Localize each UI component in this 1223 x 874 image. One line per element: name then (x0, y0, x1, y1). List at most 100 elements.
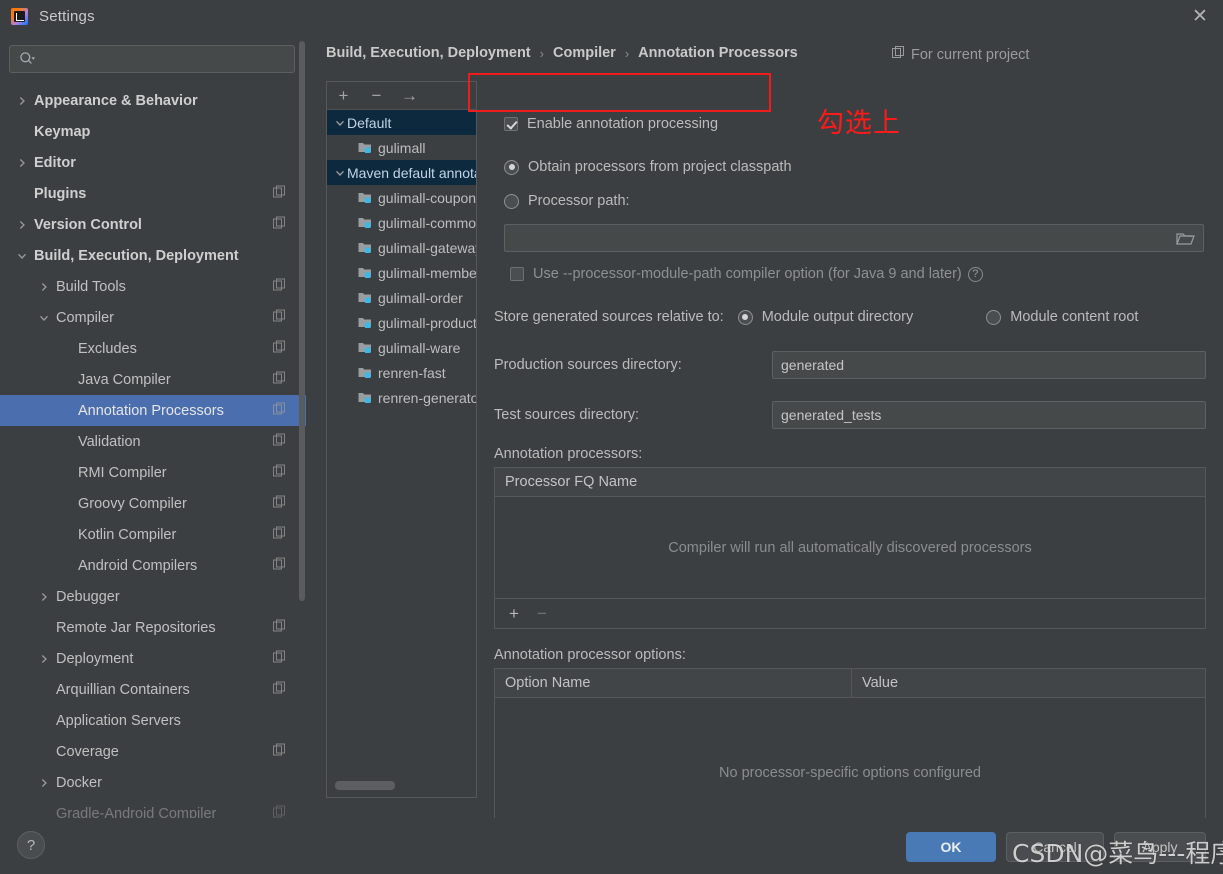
add-module-button[interactable]: + (327, 82, 360, 110)
production-sources-input[interactable] (772, 351, 1206, 379)
module-group-row[interactable]: Maven default annotation processors prof… (327, 160, 476, 185)
chevron-right-icon[interactable] (14, 155, 30, 171)
sidebar-item-gradle-android-compiler[interactable]: Gradle-Android Compiler (0, 798, 306, 818)
module-list-hscrollbar[interactable] (335, 781, 395, 790)
module-row[interactable]: gulimall-product (327, 310, 476, 335)
search-box[interactable] (9, 45, 295, 73)
chevron-down-icon[interactable] (332, 168, 347, 178)
sidebar-item-deployment[interactable]: Deployment (0, 643, 306, 674)
help-icon[interactable]: ? (968, 267, 983, 282)
module-row-label: gulimall-member (378, 265, 477, 281)
module-group-row[interactable]: Default (327, 110, 476, 135)
chevron-right-icon[interactable] (14, 93, 30, 109)
store-module-output-option[interactable]: Module output directory (738, 309, 914, 325)
module-row[interactable]: renren-generator (327, 385, 476, 410)
store-module-output-radio[interactable] (738, 310, 753, 325)
store-generated-sources-row: Store generated sources relative to: Mod… (494, 309, 1206, 325)
copy-scope-icon (273, 495, 286, 512)
sidebar-item-remote-jar-repositories[interactable]: Remote Jar Repositories (0, 612, 306, 643)
chevron-right-icon[interactable] (36, 651, 52, 667)
processors-table-header: Processor FQ Name (495, 468, 1205, 497)
use-processor-module-path-checkbox[interactable] (510, 267, 524, 281)
cancel-button[interactable]: Cancel (1006, 832, 1104, 862)
obtain-from-classpath-radio[interactable] (504, 160, 519, 175)
add-processor-button[interactable]: + (503, 603, 525, 625)
sidebar-item-android-compilers[interactable]: Android Compilers (0, 550, 306, 581)
remove-module-button[interactable]: − (360, 82, 393, 110)
sidebar-item-arquillian-containers[interactable]: Arquillian Containers (0, 674, 306, 705)
sidebar-item-keymap[interactable]: Keymap (0, 116, 306, 147)
chevron-right-icon[interactable] (36, 589, 52, 605)
enable-annotation-processing-row[interactable]: Enable annotation processing (504, 116, 718, 132)
sidebar-item-validation[interactable]: Validation (0, 426, 306, 457)
sidebar-item-build-execution-deployment[interactable]: Build, Execution, Deployment (0, 240, 306, 271)
module-row[interactable]: gulimall-coupon (327, 185, 476, 210)
breadcrumb-part[interactable]: Build, Execution, Deployment (326, 45, 531, 61)
sidebar-item-version-control[interactable]: Version Control (0, 209, 306, 240)
sidebar-item-compiler[interactable]: Compiler (0, 302, 306, 333)
sidebar-item-annotation-processors[interactable]: Annotation Processors (0, 395, 306, 426)
settings-content: Build, Execution, Deployment›Compiler›An… (306, 33, 1223, 818)
sidebar-item-java-compiler[interactable]: Java Compiler (0, 364, 306, 395)
module-row-label: gulimall-common (378, 215, 477, 231)
sidebar-item-debugger[interactable]: Debugger (0, 581, 306, 612)
search-input[interactable] (35, 52, 294, 67)
sidebar-item-groovy-compiler[interactable]: Groovy Compiler (0, 488, 306, 519)
options-table-title: Annotation processor options: (494, 647, 686, 663)
processor-path-row[interactable]: Processor path: (504, 193, 630, 209)
sidebar-item-plugins[interactable]: Plugins (0, 178, 306, 209)
sidebar-item-label: Build, Execution, Deployment (34, 248, 239, 264)
chevron-right-icon[interactable] (36, 279, 52, 295)
remove-processor-button[interactable]: − (531, 603, 553, 625)
chevron-down-icon[interactable] (36, 310, 52, 326)
sidebar-item-appearance-behavior[interactable]: Appearance & Behavior (0, 85, 306, 116)
module-row[interactable]: gulimall-gateway (327, 235, 476, 260)
store-content-root-radio[interactable] (986, 310, 1001, 325)
copy-scope-icon (273, 402, 286, 419)
chevron-down-icon[interactable] (14, 248, 30, 264)
copy-scope-icon (273, 340, 286, 357)
breadcrumb-part[interactable]: Compiler (553, 45, 616, 61)
use-processor-module-path-row[interactable]: Use --processor-module-path compiler opt… (510, 266, 983, 282)
sidebar-item-label: Remote Jar Repositories (56, 620, 216, 636)
sidebar-item-application-servers[interactable]: Application Servers (0, 705, 306, 736)
module-row[interactable]: gulimall (327, 135, 476, 160)
sidebar-item-rmi-compiler[interactable]: RMI Compiler (0, 457, 306, 488)
sidebar-item-build-tools[interactable]: Build Tools (0, 271, 306, 302)
module-row-label: renren-generator (378, 390, 477, 406)
copy-scope-icon (273, 216, 286, 233)
ok-button[interactable]: OK (906, 832, 996, 862)
enable-annotation-processing-checkbox[interactable] (504, 117, 518, 131)
sidebar-item-docker[interactable]: Docker (0, 767, 306, 798)
module-row[interactable]: gulimall-ware (327, 335, 476, 360)
chevron-down-icon[interactable] (332, 118, 347, 128)
store-content-root-option[interactable]: Module content root (986, 309, 1138, 325)
sidebar-item-excludes[interactable]: Excludes (0, 333, 306, 364)
chevron-right-icon[interactable] (36, 775, 52, 791)
chevron-right-icon[interactable] (14, 217, 30, 233)
move-module-button[interactable]: → (393, 82, 426, 110)
apply-button[interactable]: Apply (1114, 832, 1206, 862)
copy-scope-icon (273, 278, 286, 295)
enable-annotation-processing-label: Enable annotation processing (527, 116, 718, 132)
search-icon (19, 51, 35, 67)
processor-path-field[interactable] (504, 224, 1204, 252)
module-row[interactable]: gulimall-order (327, 285, 476, 310)
help-button[interactable]: ? (17, 831, 45, 859)
test-sources-input[interactable] (772, 401, 1206, 429)
processor-path-radio[interactable] (504, 194, 519, 209)
module-row-label: gulimall-coupon (378, 190, 476, 206)
module-row[interactable]: renren-fast (327, 360, 476, 385)
close-icon[interactable]: ✕ (1177, 0, 1223, 33)
module-row[interactable]: gulimall-common (327, 210, 476, 235)
breadcrumb-part[interactable]: Annotation Processors (638, 45, 798, 61)
sidebar-item-kotlin-compiler[interactable]: Kotlin Compiler (0, 519, 306, 550)
module-list-rows: DefaultgulimallMaven default annotation … (327, 110, 476, 410)
sidebar-item-editor[interactable]: Editor (0, 147, 306, 178)
sidebar-scrollbar[interactable] (299, 41, 305, 601)
module-row[interactable]: gulimall-member (327, 260, 476, 285)
processors-table-title: Annotation processors: (494, 446, 642, 462)
obtain-from-classpath-row[interactable]: Obtain processors from project classpath (504, 159, 792, 175)
sidebar-item-coverage[interactable]: Coverage (0, 736, 306, 767)
folder-browse-icon[interactable] (1176, 231, 1195, 246)
